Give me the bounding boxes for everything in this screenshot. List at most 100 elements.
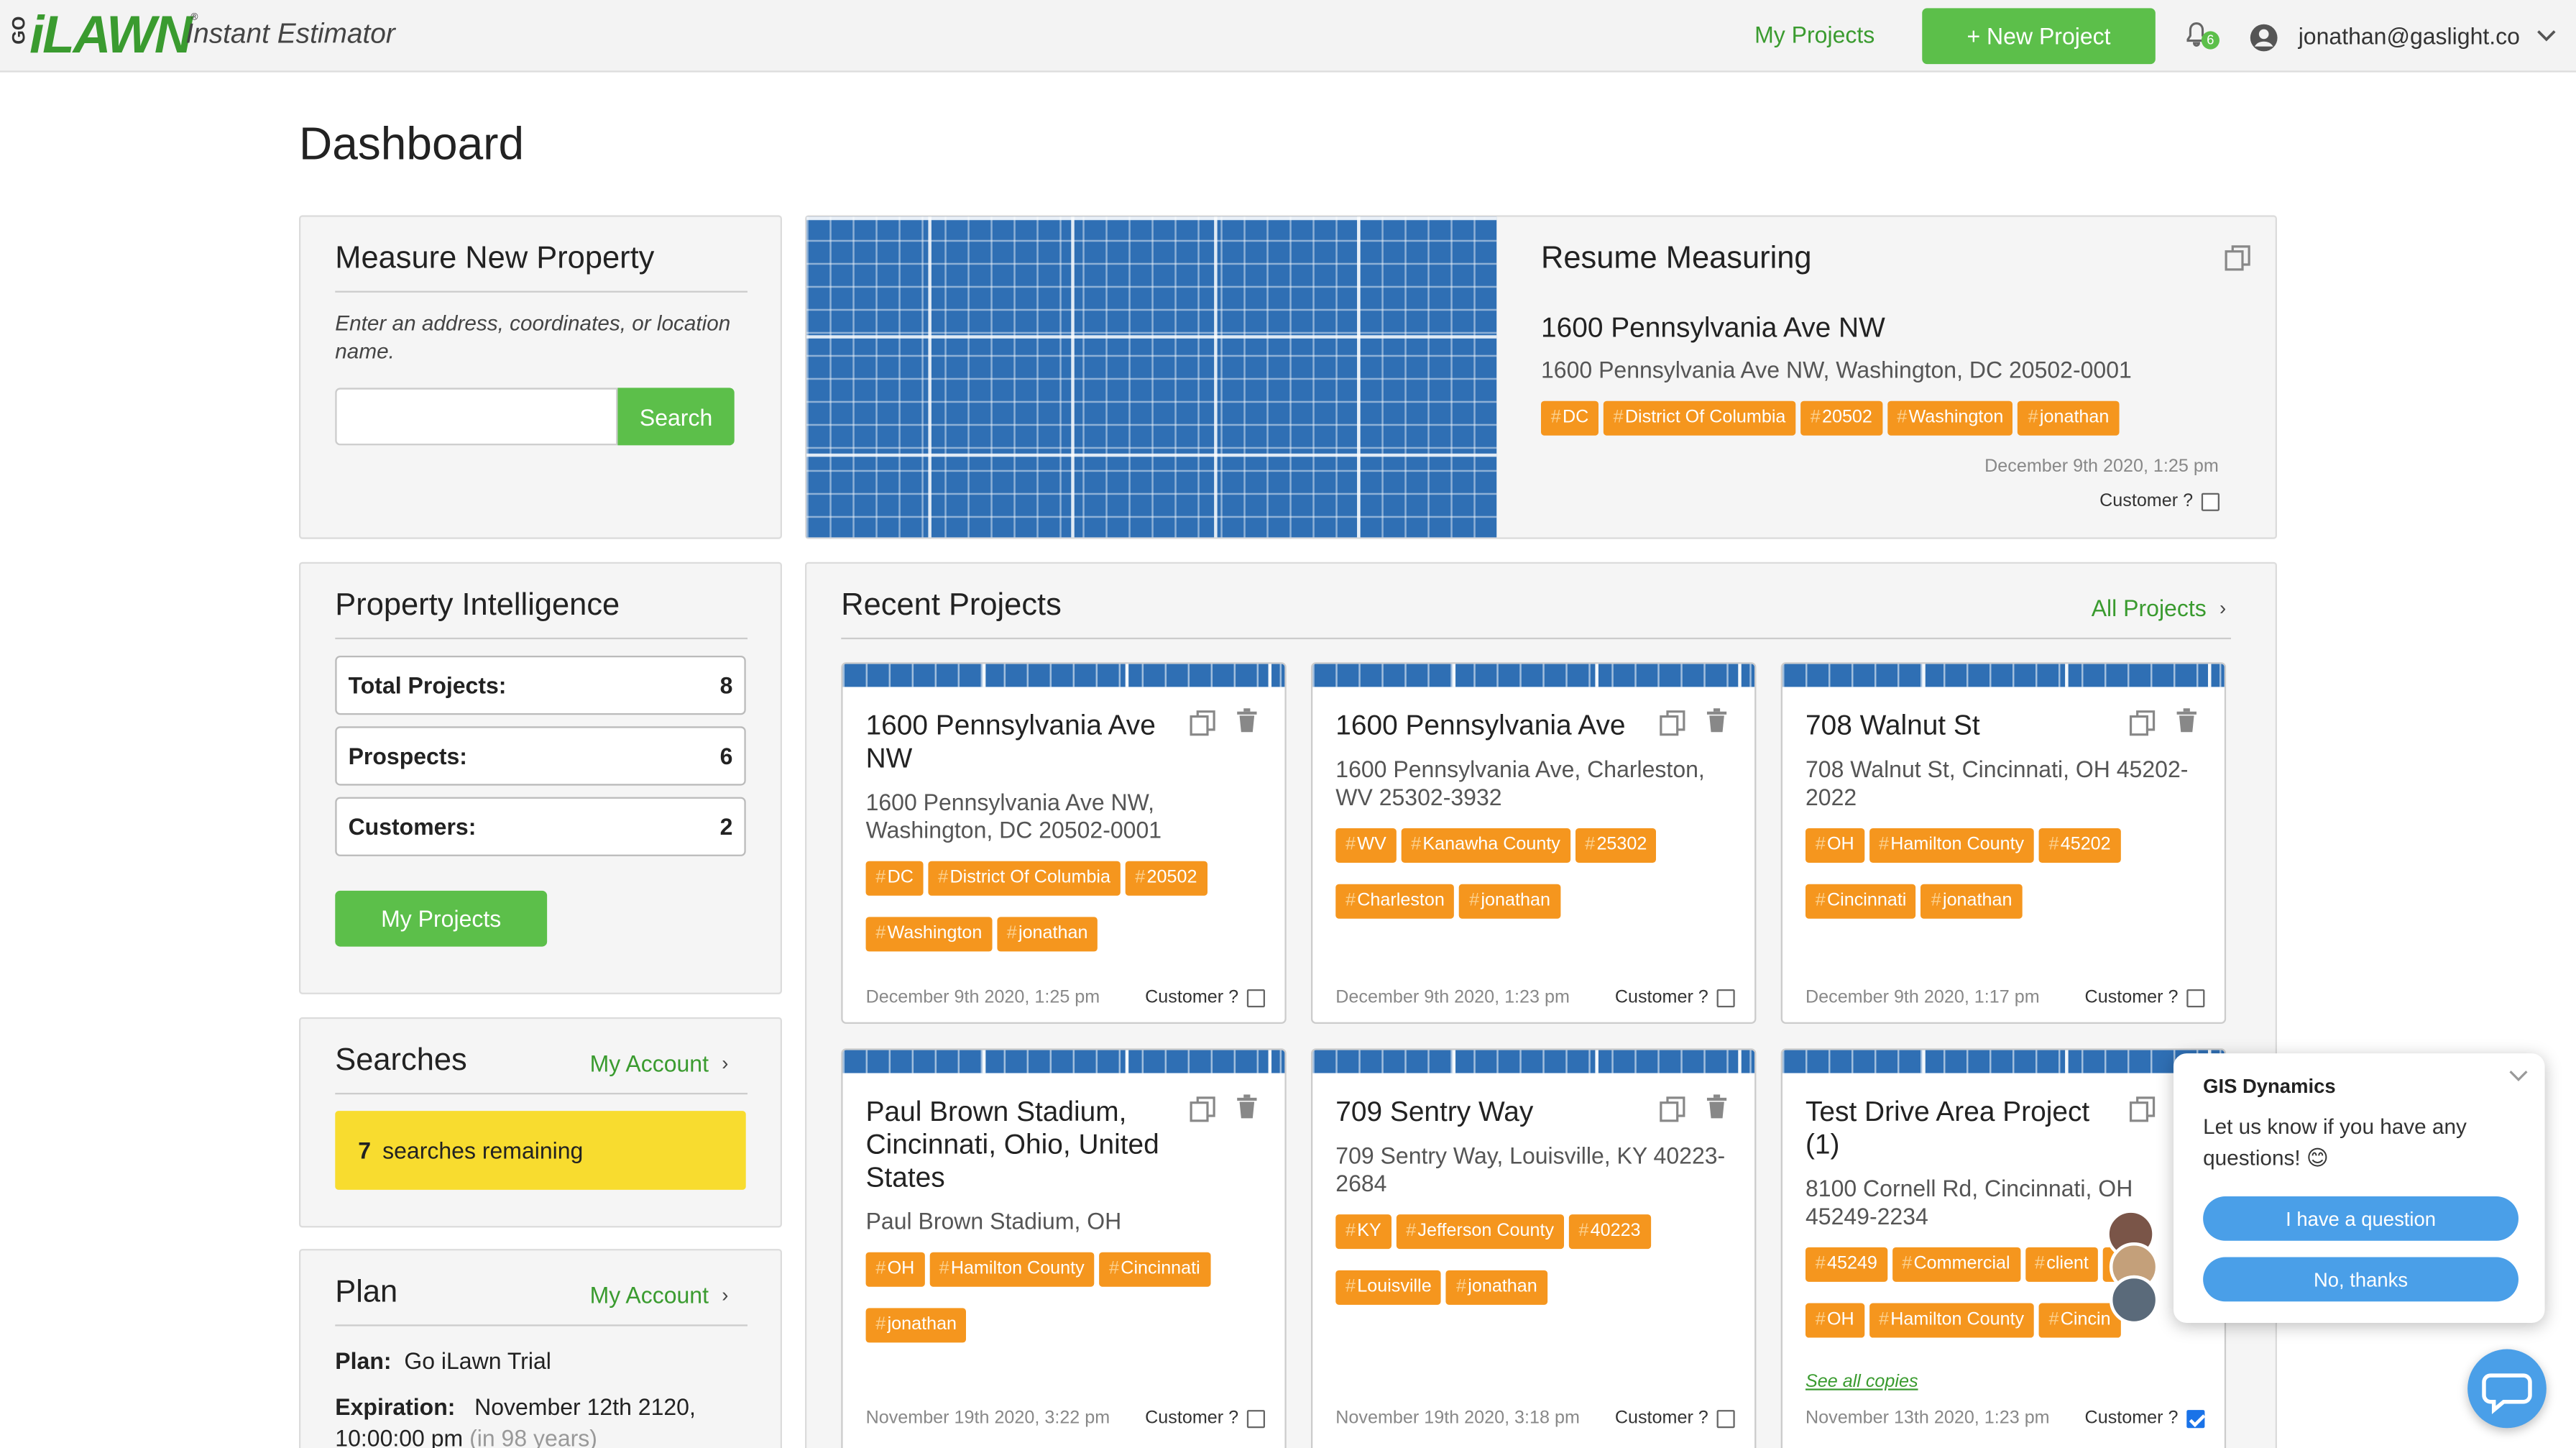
tag-text: WV	[1357, 835, 1386, 855]
tag[interactable]: # jonathan	[865, 1308, 967, 1343]
project-card[interactable]: 708 Walnut St 708 Walnut St, Cincinnati,…	[1780, 662, 2227, 1024]
copy-icon[interactable]	[1660, 710, 1686, 736]
trash-icon[interactable]	[1706, 708, 1727, 733]
card-map-strip	[842, 664, 1285, 687]
project-card[interactable]: Test Drive Area Project (1) 8100 Cornell…	[1780, 1048, 2227, 1448]
customer-checkbox-group[interactable]: Customer ?	[1615, 1408, 1735, 1428]
customer-checkbox-group[interactable]: Customer ?	[2099, 491, 2220, 511]
resume-map-thumbnail[interactable]	[806, 216, 1497, 538]
customer-checkbox[interactable]	[1246, 1408, 1265, 1428]
trash-icon[interactable]	[1237, 1094, 1257, 1119]
tag[interactable]: # jonathan	[1446, 1270, 1547, 1305]
tag[interactable]: #45202	[2038, 828, 2121, 863]
tag[interactable]: # District Of Columbia	[1603, 400, 1796, 436]
tag[interactable]: # Washington	[865, 917, 993, 952]
copy-icon[interactable]	[1190, 1096, 1216, 1123]
tag[interactable]: # jonathan	[2018, 400, 2120, 436]
user-email[interactable]: jonathan@gaslight.co	[2299, 23, 2520, 50]
search-button[interactable]: Search	[617, 388, 735, 446]
card-map-strip	[1312, 1050, 1755, 1073]
tag[interactable]: # OH	[865, 1252, 924, 1287]
tag[interactable]: # Kanawha County	[1401, 828, 1570, 863]
plan-my-account-link[interactable]: My Account ›	[590, 1282, 729, 1309]
customer-checkbox-group[interactable]: Customer ?	[1145, 988, 1265, 1007]
tag[interactable]: #25302	[1575, 828, 1657, 863]
tag-text: 45249	[1826, 1253, 1877, 1274]
tag[interactable]: # WV	[1335, 828, 1397, 863]
tag[interactable]: # Hamilton County	[1869, 828, 2034, 863]
customer-checkbox-group[interactable]: Customer ?	[2085, 1408, 2205, 1428]
link-text: My Account	[589, 1281, 709, 1309]
no-thanks-button[interactable]: No, thanks	[2203, 1257, 2518, 1302]
project-card[interactable]: 1600 Pennsylvania Ave 1600 Pennsylvania …	[1310, 662, 1757, 1024]
tag[interactable]: # Charleston	[1335, 884, 1455, 919]
address-search-input[interactable]	[335, 388, 618, 446]
tag[interactable]: # Louisville	[1335, 1270, 1442, 1305]
project-title[interactable]: Test Drive Area Project (1)	[1806, 1096, 2117, 1162]
customer-checkbox[interactable]	[1716, 1408, 1735, 1428]
tag[interactable]: # DC	[865, 861, 924, 896]
tag[interactable]: # jonathan	[996, 917, 1098, 952]
customer-checkbox[interactable]	[2201, 492, 2220, 510]
project-card[interactable]: 1600 Pennsylvania Ave NW 1600 Pennsylvan…	[841, 662, 1287, 1024]
trash-icon[interactable]	[2176, 708, 2196, 733]
tag[interactable]: # OH	[1805, 828, 1864, 863]
resume-tags: # DC # District Of Columbia #20502 # Washin…	[1540, 400, 2264, 457]
tag[interactable]: # DC	[1540, 400, 1599, 436]
project-title[interactable]: 708 Walnut St	[1806, 710, 2117, 743]
project-title[interactable]: Paul Brown Stadium, Cincinnati, Ohio, Un…	[866, 1096, 1178, 1195]
tag[interactable]: # KY	[1335, 1214, 1392, 1250]
trash-icon[interactable]	[1706, 1094, 1727, 1119]
searches-my-account-link[interactable]: My Account ›	[590, 1050, 729, 1077]
user-avatar-icon[interactable]	[2249, 23, 2278, 52]
copy-icon[interactable]	[1660, 1096, 1686, 1123]
tag[interactable]: # client	[2025, 1247, 2099, 1282]
tag[interactable]: # Cincin	[2038, 1303, 2121, 1338]
tag[interactable]: # OH	[1805, 1303, 1864, 1338]
customer-checkbox[interactable]	[1716, 988, 1735, 1007]
tag[interactable]: #20502	[1800, 400, 1882, 436]
trash-icon[interactable]	[1237, 708, 1257, 733]
project-title[interactable]: 709 Sentry Way	[1335, 1096, 1647, 1129]
customer-checkbox-group[interactable]: Customer ?	[1615, 988, 1735, 1007]
my-projects-button[interactable]: My Projects	[335, 890, 548, 947]
tag[interactable]: # jonathan	[1920, 884, 2023, 919]
customer-checkbox-group[interactable]: Customer ?	[1145, 1408, 1265, 1428]
link-text: All Projects	[2091, 595, 2207, 621]
customer-checkbox[interactable]	[2186, 988, 2205, 1007]
tag[interactable]: #20502	[1125, 861, 1208, 896]
project-card[interactable]: Paul Brown Stadium, Cincinnati, Ohio, Un…	[841, 1048, 1287, 1448]
copy-icon[interactable]	[2129, 1096, 2156, 1123]
chevron-down-icon[interactable]	[2508, 1070, 2528, 1083]
tag[interactable]: #45249	[1805, 1247, 1887, 1282]
tag[interactable]: # Jefferson County	[1396, 1214, 1564, 1250]
copy-icon[interactable]	[1190, 710, 1216, 736]
tag[interactable]: # jonathan	[1459, 884, 1560, 919]
customer-checkbox[interactable]	[1246, 988, 1265, 1007]
chat-launcher-button[interactable]	[2467, 1349, 2547, 1429]
see-all-copies-link[interactable]: See all copies	[1806, 1373, 1918, 1392]
tag[interactable]: #40223	[1568, 1214, 1651, 1250]
tag[interactable]: # Hamilton County	[929, 1252, 1095, 1287]
nav-my-projects-link[interactable]: My Projects	[1754, 22, 1874, 48]
new-project-button[interactable]: + New Project	[1922, 8, 2156, 65]
tag[interactable]: # Washington	[1887, 400, 2014, 436]
copy-icon[interactable]	[2225, 245, 2251, 272]
page-title: Dashboard	[298, 118, 525, 170]
resume-property-name[interactable]: 1600 Pennsylvania Ave NW	[1541, 312, 1885, 345]
tag[interactable]: # Hamilton County	[1869, 1303, 2034, 1338]
i-have-a-question-button[interactable]: I have a question	[2203, 1196, 2518, 1241]
tag[interactable]: # Commercial	[1892, 1247, 2020, 1282]
tag[interactable]: # Cincinnati	[1099, 1252, 1210, 1287]
go-ilawn-logo[interactable]: GO iLAWN ®	[10, 4, 198, 63]
copy-icon[interactable]	[2129, 710, 2156, 736]
chevron-down-icon[interactable]	[2536, 28, 2556, 45]
customer-checkbox-group[interactable]: Customer ?	[2085, 988, 2205, 1007]
all-projects-link[interactable]: All Projects ›	[2092, 595, 2226, 621]
project-title[interactable]: 1600 Pennsylvania Ave	[1335, 710, 1647, 743]
project-title[interactable]: 1600 Pennsylvania Ave NW	[866, 710, 1178, 775]
tag[interactable]: # Cincinnati	[1805, 884, 1917, 919]
project-card[interactable]: 709 Sentry Way 709 Sentry Way, Louisvill…	[1310, 1048, 1757, 1448]
customer-checkbox[interactable]	[2186, 1408, 2205, 1428]
tag[interactable]: # District Of Columbia	[928, 861, 1121, 896]
